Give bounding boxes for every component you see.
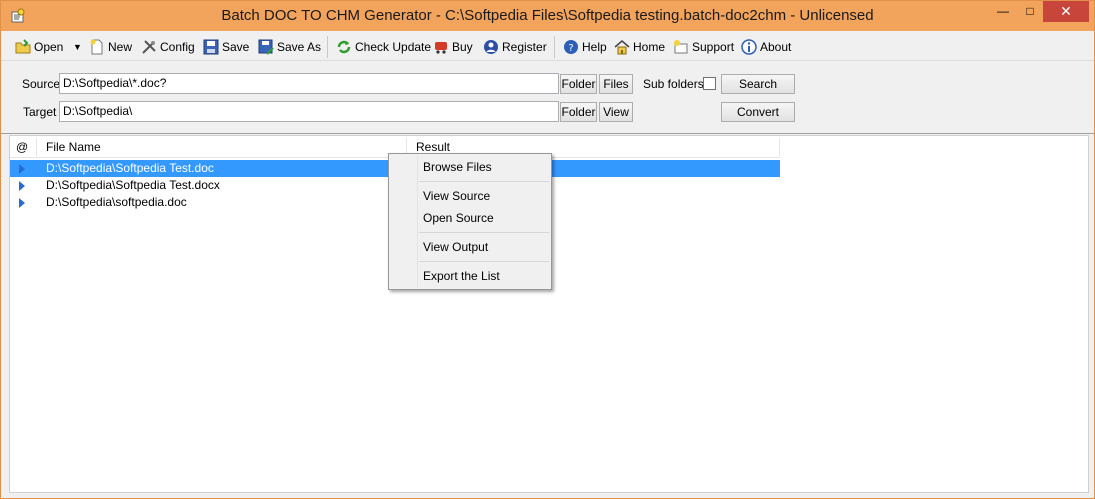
home-button[interactable]: Home (614, 36, 665, 58)
source-label: Source (22, 77, 61, 91)
register-user-icon (483, 39, 499, 55)
open-dropdown-button[interactable]: ▼ (73, 36, 82, 58)
toolbar: Open ▼ New Config Save Save As Check Upd… (1, 32, 1094, 61)
file-name-cell: D:\Softpedia\softpedia.doc (46, 195, 187, 209)
home-icon (614, 39, 630, 55)
support-icon (673, 39, 689, 55)
check-update-button[interactable]: Check Update (336, 36, 431, 58)
toolbar-separator (327, 36, 328, 58)
menu-item-view-source[interactable]: View Source (391, 185, 549, 207)
context-menu: Browse Files View Source Open Source Vie… (388, 153, 552, 290)
save-as-button[interactable]: Save As (258, 36, 321, 58)
help-button[interactable]: ? Help (563, 36, 607, 58)
svg-text:?: ? (568, 43, 573, 54)
target-label: Target (23, 105, 57, 119)
menu-separator (419, 181, 549, 182)
window-title: Batch DOC TO CHM Generator - C:\Softpedi… (221, 7, 874, 24)
menu-item-browse-files[interactable]: Browse Files (391, 156, 549, 178)
open-button[interactable]: Open (15, 36, 63, 58)
config-button[interactable]: Config (141, 36, 195, 58)
play-arrow-icon (19, 181, 25, 191)
menu-item-open-source[interactable]: Open Source (391, 207, 549, 229)
subfolders-checkbox[interactable] (703, 77, 716, 90)
column-header-status[interactable]: @ (16, 136, 28, 158)
menu-separator (419, 232, 549, 233)
file-name-cell: D:\Softpedia\Softpedia Test.doc (46, 161, 214, 175)
source-folder-button[interactable]: Folder (560, 74, 597, 94)
app-window: Batch DOC TO CHM Generator - C:\Softpedi… (0, 0, 1095, 499)
new-button[interactable]: New (89, 36, 132, 58)
save-as-icon (258, 39, 274, 55)
maximize-button[interactable]: □ (1017, 1, 1043, 22)
dropdown-arrow-icon: ▼ (73, 42, 82, 52)
save-disk-icon (203, 39, 219, 55)
column-divider (779, 138, 780, 156)
source-target-panel: Source D:\Softpedia\*.doc? Folder Files … (1, 62, 1094, 134)
toolbar-separator (554, 36, 555, 58)
column-header-file-name[interactable]: File Name (46, 136, 101, 158)
target-folder-button[interactable]: Folder (560, 102, 597, 122)
menu-item-view-output[interactable]: View Output (391, 236, 549, 258)
close-button[interactable]: ✕ (1043, 1, 1089, 22)
tools-icon (141, 39, 157, 55)
shopping-cart-icon (433, 39, 449, 55)
save-button[interactable]: Save (203, 36, 249, 58)
register-button[interactable]: Register (483, 36, 547, 58)
menu-item-export-list[interactable]: Export the List (391, 265, 549, 287)
play-arrow-icon (19, 198, 25, 208)
target-input[interactable]: D:\Softpedia\ (59, 101, 559, 122)
info-icon (741, 39, 757, 55)
subfolders-label: Sub folders (643, 77, 704, 91)
open-folder-icon (15, 39, 31, 55)
play-arrow-icon (19, 164, 25, 174)
about-button[interactable]: About (741, 36, 791, 58)
support-button[interactable]: Support (673, 36, 734, 58)
search-button[interactable]: Search (721, 74, 795, 94)
refresh-icon (336, 39, 352, 55)
file-name-cell: D:\Softpedia\Softpedia Test.docx (46, 178, 220, 192)
source-input[interactable]: D:\Softpedia\*.doc? (59, 73, 559, 94)
column-divider (36, 138, 37, 156)
new-document-icon (89, 39, 105, 55)
target-view-button[interactable]: View (599, 102, 633, 122)
minimize-button[interactable]: — (989, 1, 1017, 22)
title-bar: Batch DOC TO CHM Generator - C:\Softpedi… (1, 1, 1094, 31)
menu-separator (419, 261, 549, 262)
buy-button[interactable]: Buy (433, 36, 473, 58)
convert-button[interactable]: Convert (721, 102, 795, 122)
help-icon: ? (563, 39, 579, 55)
source-files-button[interactable]: Files (599, 74, 633, 94)
